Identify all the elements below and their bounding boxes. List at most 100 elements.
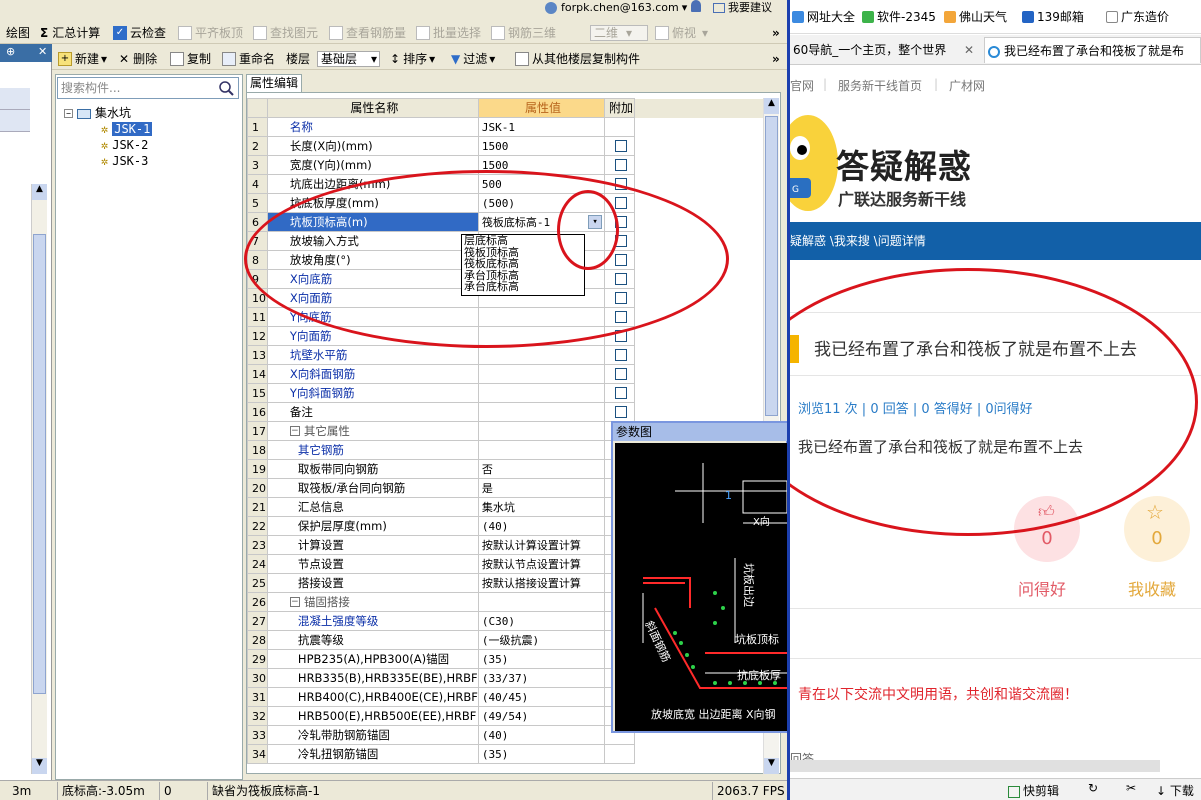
- copy-button[interactable]: 复制: [170, 51, 211, 67]
- favorite-button[interactable]: ☆ 0: [1124, 496, 1190, 562]
- table-row[interactable]: 16 备注: [247, 402, 780, 422]
- property-name[interactable]: 混凝土强度等级: [266, 611, 479, 631]
- top-view-button[interactable]: 俯视 ▾: [655, 25, 708, 41]
- browser-tab[interactable]: 60导航_一个主页，整个世界 ✕: [790, 37, 978, 63]
- bookmark-139[interactable]: 139邮箱: [1022, 8, 1084, 25]
- toolbar-overflow-icon[interactable]: »: [772, 51, 780, 67]
- property-name[interactable]: 名称: [266, 117, 479, 137]
- table-row[interactable]: 13 坑壁水平筋: [247, 345, 780, 365]
- property-value[interactable]: 否: [477, 459, 606, 479]
- property-name[interactable]: Y向斜面钢筋: [266, 383, 479, 403]
- delete-button[interactable]: ✕ 删除: [119, 51, 157, 67]
- floor-select[interactable]: 基础层 ▾: [317, 51, 380, 67]
- filter-button[interactable]: ▼ 过滤 ▾: [451, 51, 495, 67]
- search-icon[interactable]: [217, 80, 235, 97]
- property-name[interactable]: 备注: [266, 402, 479, 422]
- view-rebar-button[interactable]: 查看钢筋量: [329, 25, 406, 41]
- property-value[interactable]: (C30): [477, 611, 606, 631]
- bookmark-nav[interactable]: 网址大全: [792, 8, 855, 25]
- extra-checkbox[interactable]: [614, 387, 627, 399]
- property-name[interactable]: − 锚固搭接: [266, 592, 479, 612]
- site-nav-link[interactable]: 广材网: [949, 77, 985, 94]
- property-name[interactable]: 保护层厚度(mm): [266, 516, 479, 536]
- property-value[interactable]: (35): [477, 649, 606, 669]
- property-value[interactable]: 集水坑: [477, 497, 606, 517]
- bookmark-weather[interactable]: 佛山天气: [944, 8, 1007, 25]
- property-value[interactable]: (49/54): [477, 706, 606, 726]
- close-icon[interactable]: ✕: [38, 45, 47, 58]
- table-row[interactable]: 34 冷轧扭钢筋锚固 (35): [247, 744, 780, 764]
- extra-checkbox[interactable]: [614, 406, 627, 418]
- rename-button[interactable]: 重命名: [222, 51, 275, 67]
- nav-scrollbar[interactable]: ▲ ▼: [31, 184, 47, 774]
- refresh-icon[interactable]: ↻: [1088, 781, 1098, 795]
- property-value[interactable]: [477, 345, 606, 365]
- browser-tab-active[interactable]: 我已经布置了承台和筏板了就是布: [984, 37, 1201, 63]
- property-value[interactable]: JSK-1: [477, 117, 606, 137]
- account-area[interactable]: forpk.chen@163.com ▾: [545, 0, 687, 16]
- cloud-check-button[interactable]: ✓ 云检查: [113, 25, 166, 41]
- sort-button[interactable]: ↕ 排序 ▾: [390, 51, 435, 67]
- horizontal-scrollbar[interactable]: [790, 760, 1160, 772]
- batch-select-button[interactable]: 批量选择: [416, 25, 481, 41]
- scroll-thumb[interactable]: [765, 116, 778, 416]
- close-icon[interactable]: ✕: [964, 37, 974, 63]
- property-value[interactable]: [477, 364, 606, 384]
- property-value[interactable]: [477, 383, 606, 403]
- tree-item-jsk2[interactable]: ✲ JSK-2: [101, 137, 148, 153]
- rebar-3d-button[interactable]: 钢筋三维: [491, 25, 556, 41]
- table-row[interactable]: 15 Y向斜面钢筋: [247, 383, 780, 403]
- toolbar-overflow-icon[interactable]: »: [772, 25, 780, 41]
- property-value[interactable]: (40/45): [477, 687, 606, 707]
- nav-panel-item[interactable]: [0, 88, 30, 110]
- property-name[interactable]: X向斜面钢筋: [266, 364, 479, 384]
- property-value[interactable]: [477, 440, 606, 460]
- collapse-icon[interactable]: −: [64, 109, 73, 118]
- table-row[interactable]: 2 长度(X向)(mm) 1500: [247, 136, 780, 156]
- table-row[interactable]: 14 X向斜面钢筋: [247, 364, 780, 384]
- quick-clip-button[interactable]: 快剪辑: [1008, 782, 1059, 799]
- tree-item-jsk3[interactable]: ✲ JSK-3: [101, 153, 148, 169]
- new-button[interactable]: + 新建 ▾: [58, 51, 107, 67]
- table-row[interactable]: 1 名称 JSK-1: [247, 117, 780, 137]
- property-value[interactable]: [477, 421, 606, 441]
- extra-checkbox[interactable]: [614, 349, 627, 361]
- pin-icon[interactable]: ⊕: [6, 45, 15, 58]
- property-name[interactable]: 冷轧带肋钢筋锚固: [266, 725, 479, 745]
- align-slab-top-button[interactable]: 平齐板顶: [178, 25, 243, 41]
- collapse-icon[interactable]: −: [289, 426, 300, 436]
- extra-checkbox[interactable]: [614, 140, 627, 152]
- property-name[interactable]: HRB400(C),HRB400E(CE),HRBF: [266, 687, 479, 707]
- draw-button[interactable]: 绘图: [6, 25, 30, 41]
- breadcrumb[interactable]: 疑解惑 \我来搜 \问题详情: [790, 234, 926, 248]
- property-name[interactable]: 汇总信息: [266, 497, 479, 517]
- property-name[interactable]: 计算设置: [266, 535, 479, 555]
- scroll-down-icon[interactable]: ▼: [764, 758, 779, 774]
- favorite-label[interactable]: 我收藏: [1128, 576, 1176, 600]
- property-value[interactable]: (35): [477, 744, 606, 764]
- scroll-up-icon[interactable]: ▲: [32, 184, 47, 200]
- property-name[interactable]: 冷轧扭钢筋锚固: [266, 744, 479, 764]
- property-name[interactable]: 搭接设置: [266, 573, 479, 593]
- property-value[interactable]: (一级抗震): [477, 630, 606, 650]
- property-name[interactable]: 坑壁水平筋: [266, 345, 479, 365]
- collapse-icon[interactable]: −: [289, 597, 300, 607]
- good-question-label[interactable]: 问得好: [1018, 576, 1066, 600]
- copy-from-floor-button[interactable]: 从其他楼层复制构件: [515, 51, 640, 67]
- scroll-down-icon[interactable]: ▼: [32, 758, 47, 774]
- find-element-button[interactable]: 查找图元: [253, 25, 318, 41]
- property-name[interactable]: 长度(X向)(mm): [266, 136, 479, 156]
- property-name[interactable]: 抗震等级: [266, 630, 479, 650]
- extra-checkbox[interactable]: [614, 159, 627, 171]
- bookmark-2345[interactable]: 软件-2345: [862, 8, 936, 25]
- property-value[interactable]: (40): [477, 725, 606, 745]
- scroll-thumb[interactable]: [33, 234, 46, 694]
- property-value[interactable]: 按默认计算设置计算: [477, 535, 606, 555]
- tools-icon[interactable]: ✂: [1126, 781, 1136, 795]
- property-value[interactable]: 1500: [477, 136, 606, 156]
- property-value[interactable]: [477, 592, 606, 612]
- tab-property-edit[interactable]: 属性编辑: [246, 74, 302, 92]
- download-button[interactable]: ↓ 下载: [1156, 782, 1194, 799]
- property-name[interactable]: 节点设置: [266, 554, 479, 574]
- property-value[interactable]: (33/37): [477, 668, 606, 688]
